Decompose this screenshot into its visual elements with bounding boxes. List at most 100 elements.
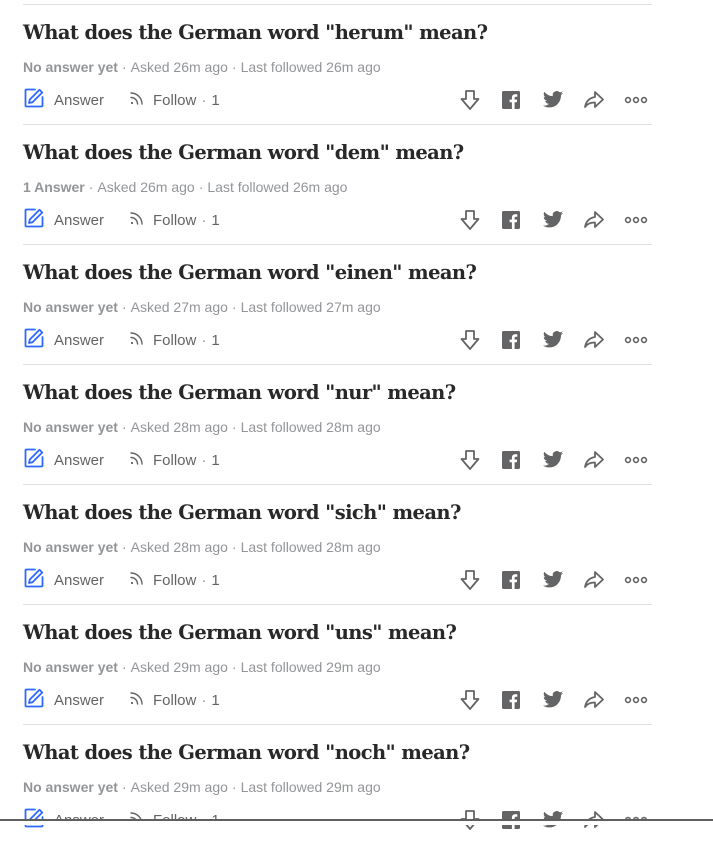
downvote-icon[interactable] [457,327,483,353]
answer-button[interactable]: Answer [23,87,104,113]
last-followed-time: Last followed 29m ago [240,659,381,675]
facebook-icon[interactable] [498,567,524,593]
meta-separator: · [121,779,127,795]
twitter-icon[interactable] [540,567,566,593]
facebook-icon[interactable] [498,87,524,113]
follow-separator: · [201,691,207,709]
action-bar: Answer Follow·1 [23,327,652,353]
share-icon[interactable] [581,447,607,473]
question-title[interactable]: What does the German word "nur" mean? [23,381,456,404]
answer-count[interactable]: No answer yet [23,59,118,75]
share-icon[interactable] [581,327,607,353]
follow-button[interactable]: Follow·1 [129,87,220,113]
answer-label: Answer [54,691,105,709]
follow-separator: · [201,571,207,589]
follow-count: 1 [211,211,220,229]
follow-rss-icon [129,450,153,470]
follow-count: 1 [211,91,220,109]
question-title[interactable]: What does the German word "uns" mean? [23,621,457,644]
answer-count[interactable]: No answer yet [23,539,118,555]
meta-separator: · [231,299,237,315]
share-icon[interactable] [581,687,607,713]
question-title[interactable]: What does the German word "sich" mean? [23,501,461,524]
follow-count: 1 [211,691,220,709]
answer-count[interactable]: No answer yet [23,419,118,435]
follow-button[interactable]: Follow·1 [129,567,220,593]
question-title[interactable]: What does the German word "herum" mean? [23,21,488,44]
twitter-icon[interactable] [540,687,566,713]
question-meta: No answer yet · Asked 26m ago · Last followe… [23,59,381,75]
follow-button[interactable]: Follow·1 [129,687,220,713]
question-item: What does the German word "herum" mean? … [23,5,652,125]
twitter-icon[interactable] [540,87,566,113]
twitter-icon[interactable] [540,327,566,353]
asked-time[interactable]: Asked 26m ago [97,179,194,195]
meta-separator: · [231,659,237,675]
asked-time[interactable]: Asked 28m ago [131,419,228,435]
more-icon[interactable] [623,567,649,593]
more-icon[interactable] [623,447,649,473]
downvote-icon[interactable] [457,87,483,113]
pencil-icon [23,327,54,353]
action-bar: Answer Follow·1 [23,447,652,473]
question-title[interactable]: What does the German word "dem" mean? [23,141,464,164]
answer-count[interactable]: No answer yet [23,299,118,315]
answer-button[interactable]: Answer [23,447,104,473]
question-title[interactable]: What does the German word "noch" mean? [23,741,470,764]
facebook-icon[interactable] [498,327,524,353]
answer-label: Answer [54,331,105,349]
answer-button[interactable]: Answer [23,207,104,233]
answer-count[interactable]: 1 Answer [23,179,85,195]
follow-label: Follow [153,451,197,469]
more-icon[interactable] [623,207,649,233]
follow-rss-icon [129,570,153,590]
share-icon[interactable] [581,567,607,593]
follow-rss-icon [129,690,153,710]
answer-count[interactable]: No answer yet [23,659,118,675]
meta-separator: · [121,299,127,315]
question-item: What does the German word "nur" mean? No… [23,365,652,485]
twitter-icon[interactable] [540,207,566,233]
more-icon[interactable] [623,687,649,713]
answer-count[interactable]: No answer yet [23,779,118,795]
last-followed-time: Last followed 29m ago [240,779,381,795]
question-meta: No answer yet · Asked 29m ago · Last followe… [23,659,381,675]
facebook-icon[interactable] [498,687,524,713]
follow-button[interactable]: Follow·1 [129,207,220,233]
action-bar: Answer Follow·1 [23,87,652,113]
share-icon[interactable] [581,87,607,113]
answer-button[interactable]: Answer [23,687,104,713]
question-title[interactable]: What does the German word "einen" mean? [23,261,477,284]
action-bar: Answer Follow·1 [23,687,652,713]
downvote-icon[interactable] [457,207,483,233]
last-followed-time: Last followed 28m ago [240,539,381,555]
facebook-icon[interactable] [498,447,524,473]
follow-rss-icon [129,330,153,350]
asked-time[interactable]: Asked 29m ago [131,659,228,675]
answer-button[interactable]: Answer [23,327,104,353]
question-meta: 1 Answer · Asked 26m ago · Last followed 26m… [23,179,347,195]
follow-button[interactable]: Follow·1 [129,447,220,473]
asked-time[interactable]: Asked 29m ago [131,779,228,795]
asked-time[interactable]: Asked 28m ago [131,539,228,555]
downvote-icon[interactable] [457,687,483,713]
asked-time[interactable]: Asked 26m ago [131,59,228,75]
answer-label: Answer [54,571,105,589]
more-icon[interactable] [623,327,649,353]
answer-button[interactable]: Answer [23,567,104,593]
meta-separator: · [231,539,237,555]
downvote-icon[interactable] [457,567,483,593]
question-feed: What does the German word "herum" mean? … [23,5,652,845]
facebook-icon[interactable] [498,207,524,233]
twitter-icon[interactable] [540,447,566,473]
action-bar: Answer Follow·1 [23,567,652,593]
share-icon[interactable] [581,207,607,233]
downvote-icon[interactable] [457,447,483,473]
more-icon[interactable] [623,87,649,113]
follow-label: Follow [153,331,197,349]
pencil-icon [23,447,54,473]
follow-count: 1 [211,571,220,589]
meta-separator: · [231,59,237,75]
asked-time[interactable]: Asked 27m ago [131,299,228,315]
follow-button[interactable]: Follow·1 [129,327,220,353]
